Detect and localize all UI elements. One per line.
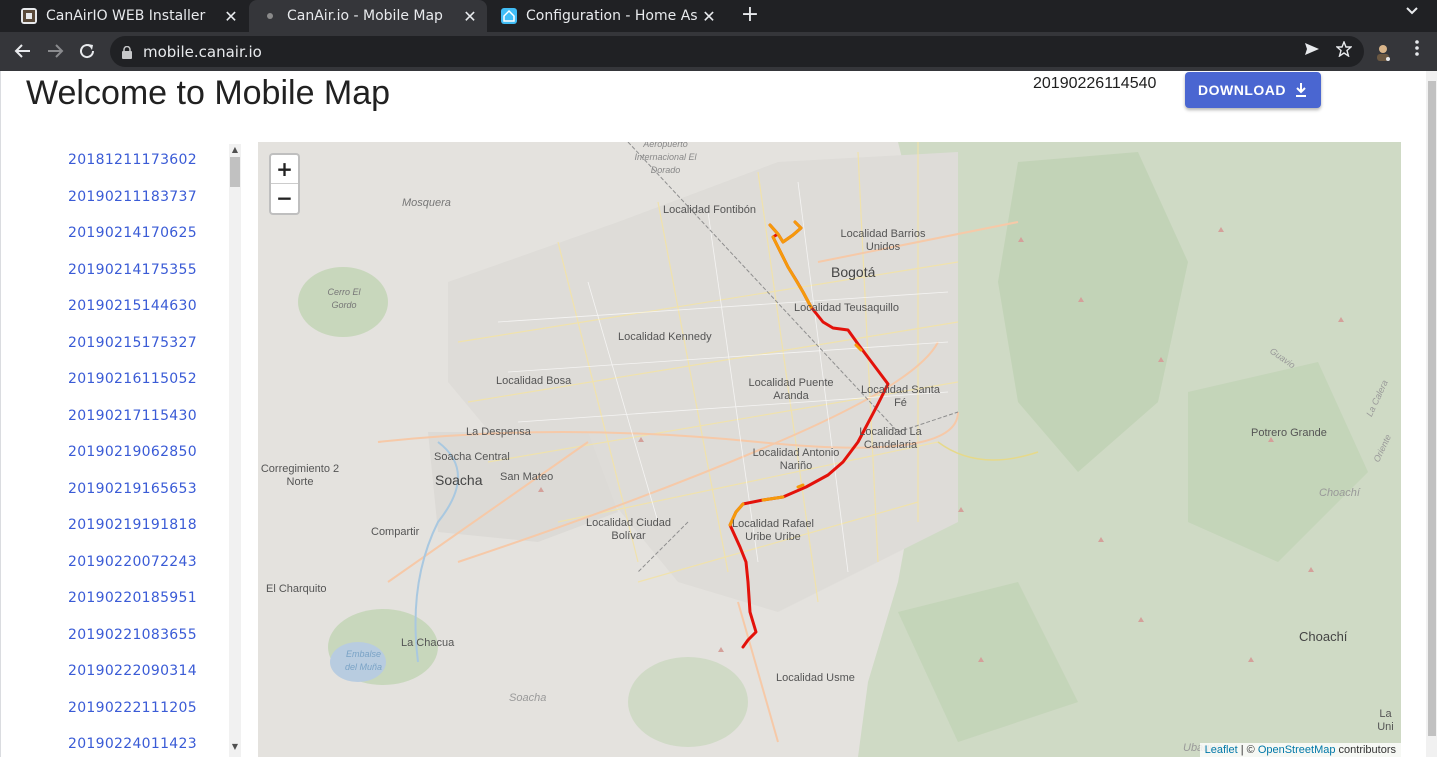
map-label: San Mateo: [500, 471, 554, 483]
browser-menu-icon[interactable]: [1411, 40, 1423, 61]
download-button-label: DOWNLOAD: [1198, 82, 1286, 98]
zoom-out-button[interactable]: −: [271, 184, 298, 213]
map-label: Choachí: [1319, 487, 1360, 499]
lock-icon: [122, 44, 132, 59]
bookmark-star-icon[interactable]: [1335, 40, 1353, 62]
map-zoom-control: + −: [269, 153, 300, 215]
tab-search-chevron-icon[interactable]: [1405, 4, 1419, 20]
canairio-favicon-icon: [21, 8, 37, 24]
map-label: La Despensa: [466, 426, 531, 438]
map-label: Soacha: [435, 472, 483, 488]
session-list-item[interactable]: 20190222090314: [68, 663, 197, 679]
zoom-in-button[interactable]: +: [271, 155, 298, 184]
map-label: Localidad Kennedy: [618, 331, 712, 343]
tab-canairio-web-installer[interactable]: CanAirIO WEB Installer ✕: [8, 0, 248, 32]
map-label: Localidad Ciudad Bolívar: [585, 517, 671, 542]
map-label: Soacha: [509, 692, 547, 704]
tab-canair-mobile-map[interactable]: CanAir.io - Mobile Map ✕: [249, 0, 487, 32]
tab-title: Configuration - Home Assis: [526, 8, 698, 24]
forward-arrow-icon[interactable]: [44, 40, 66, 62]
map-label: Localidad Barrios Unidos: [840, 228, 926, 253]
download-icon: [1296, 83, 1306, 97]
attribution-separator: | ©: [1237, 744, 1258, 756]
scroll-up-arrow-icon[interactable]: ▲: [231, 145, 239, 154]
download-button[interactable]: DOWNLOAD: [1185, 72, 1321, 108]
map-attribution: Leaflet | © OpenStreetMap contributors: [1199, 743, 1401, 757]
map-label: La Chacua: [401, 637, 455, 649]
map-label: Embalse del Muña: [344, 649, 383, 672]
session-list-item[interactable]: 20190220185951: [68, 590, 197, 606]
map-label: Localidad La Candelaria: [859, 426, 922, 451]
session-list-item[interactable]: 20190219191818: [68, 517, 197, 533]
close-tab-icon[interactable]: ✕: [220, 7, 242, 26]
new-tab-plus-icon[interactable]: +: [738, 3, 762, 29]
tab-home-assistant-config[interactable]: Configuration - Home Assis ✕: [488, 0, 726, 32]
map-label: Corregimiento 2 Norte: [260, 463, 340, 488]
back-arrow-icon[interactable]: [12, 40, 34, 62]
session-list-item[interactable]: 20190215175327: [68, 335, 197, 351]
openstreetmap-link[interactable]: OpenStreetMap: [1258, 744, 1336, 756]
session-list-item[interactable]: 20190222111205: [68, 700, 197, 716]
session-list-item[interactable]: 20190224011423: [68, 736, 197, 752]
leaflet-map[interactable]: Aeropuerto Internacional El Dorado Local…: [258, 142, 1401, 757]
map-label: Localidad Bosa: [496, 375, 572, 387]
map-label: Localidad Rafael Uribe Uribe: [732, 518, 814, 543]
map-label: Cerro El Gordo: [327, 287, 361, 310]
tab-title: CanAirIO WEB Installer: [46, 8, 206, 24]
session-list-item[interactable]: 20190216115052: [68, 371, 197, 387]
tab-title: CanAir.io - Mobile Map: [287, 8, 443, 24]
browser-tab-strip: CanAirIO WEB Installer ✕ CanAir.io - Mob…: [0, 0, 1437, 32]
map-label: La Uni: [1377, 708, 1394, 733]
session-list-item[interactable]: 20190211183737: [68, 189, 197, 205]
map-label: Mosquera: [402, 197, 451, 209]
page-scrollbar[interactable]: [1426, 71, 1437, 757]
map-label: Localidad Teusaquillo: [794, 302, 899, 314]
browser-toolbar: mobile.canair.io: [0, 32, 1437, 71]
map-label: Localidad Santa Fé: [861, 384, 940, 409]
close-tab-icon[interactable]: ✕: [698, 7, 720, 26]
session-list-item[interactable]: 20181211173602: [68, 152, 197, 168]
close-tab-icon[interactable]: ✕: [459, 7, 481, 26]
map-label: Potrero Grande: [1251, 427, 1327, 439]
profile-avatar-icon[interactable]: [1374, 42, 1392, 62]
session-list-item[interactable]: 20190217115430: [68, 408, 197, 424]
map-label: Compartir: [371, 526, 420, 538]
reload-icon[interactable]: [76, 40, 98, 62]
map-label: Soacha Central: [434, 451, 510, 463]
map-label: Choachí: [1299, 629, 1348, 644]
attribution-tail: contributors: [1335, 744, 1396, 756]
mobile-map-favicon-icon: [262, 8, 278, 24]
page-title: Welcome to Mobile Map: [26, 74, 391, 112]
session-list-item[interactable]: 20190219062850: [68, 444, 197, 460]
map-label: Localidad Usme: [776, 672, 855, 684]
leaflet-link[interactable]: Leaflet: [1205, 744, 1238, 756]
session-list-item[interactable]: 20190214170625: [68, 225, 197, 241]
home-assistant-favicon-icon: [501, 8, 517, 24]
session-list-scroll-thumb[interactable]: [230, 157, 240, 187]
session-list: ▲ ▼ 20181211173602 20190211183737 20190214…: [1, 144, 241, 757]
selected-session-id: 20190226114540: [1033, 75, 1157, 92]
session-list-item[interactable]: 20190220072243: [68, 554, 197, 570]
map-label: Aeropuerto Internacional El Dorado: [634, 142, 697, 175]
map-label: Localidad Antonio Nariño: [752, 447, 840, 472]
map-label: El Charquito: [266, 583, 327, 595]
send-tab-icon[interactable]: [1304, 41, 1320, 62]
map-label: Bogotá: [831, 264, 876, 280]
session-list-item[interactable]: 20190214175355: [68, 262, 197, 278]
session-list-scrollbar[interactable]: ▲ ▼: [229, 144, 241, 757]
map-label: Localidad Puente Aranda: [748, 377, 834, 402]
url-text: mobile.canair.io: [143, 43, 262, 61]
scroll-down-arrow-icon[interactable]: ▼: [231, 742, 239, 751]
session-list-item[interactable]: 20190221083655: [68, 627, 197, 643]
map-label: Localidad Fontibón: [663, 204, 756, 216]
page-content: Welcome to Mobile Map 20190226114540 DOW…: [0, 71, 1437, 757]
session-list-item[interactable]: 20190219165653: [68, 481, 197, 497]
address-bar[interactable]: mobile.canair.io: [110, 36, 1364, 67]
page-scroll-thumb[interactable]: [1428, 81, 1436, 736]
session-list-item[interactable]: 20190215144630: [68, 298, 197, 314]
